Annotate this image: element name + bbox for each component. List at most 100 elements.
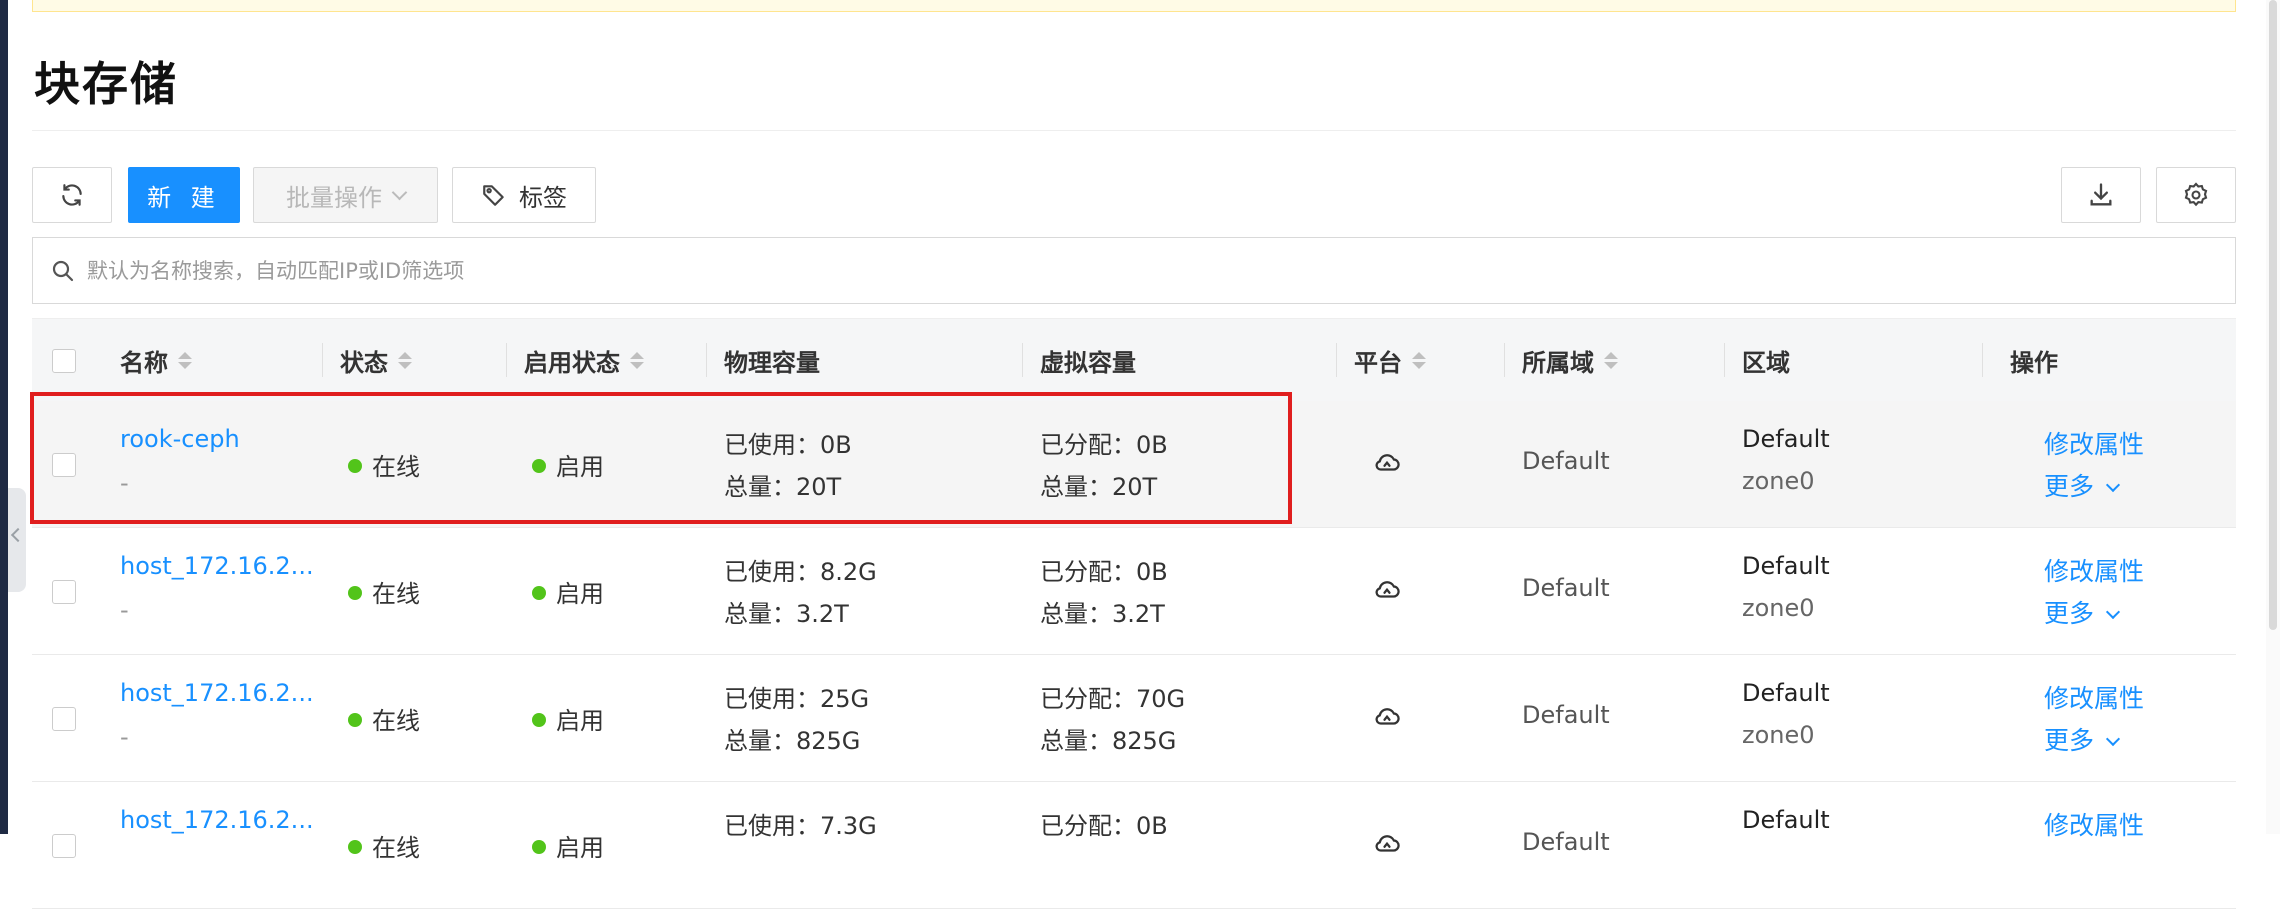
column-actions: 操作	[2010, 348, 2058, 377]
row-description: -	[120, 723, 129, 751]
row-checkbox[interactable]	[52, 453, 76, 477]
enabled-dot-icon	[532, 713, 546, 727]
more-actions-dropdown[interactable]: 更多	[2044, 467, 2121, 503]
column-domain[interactable]: 所属域	[1522, 319, 1618, 401]
notice-banner	[32, 0, 2236, 12]
tag-button[interactable]: 标签	[452, 167, 596, 223]
virtual-allocated: 已分配：70G	[1040, 685, 1186, 713]
new-button[interactable]: 新 建	[128, 167, 240, 223]
column-region: 区域	[1742, 348, 1790, 377]
column-name[interactable]: 名称	[120, 319, 192, 401]
column-divider	[1336, 343, 1337, 377]
row-zone: zone0	[1742, 721, 1815, 749]
scrollbar-thumb[interactable]	[2269, 0, 2277, 630]
column-divider	[506, 343, 507, 377]
edit-properties-link[interactable]: 修改属性	[2044, 425, 2144, 461]
row-description: -	[120, 596, 129, 624]
online-dot-icon	[348, 586, 362, 600]
cloud-platform-icon	[1372, 447, 1402, 483]
settings-button[interactable]	[2156, 167, 2236, 223]
row-region: Default	[1742, 552, 1830, 580]
column-platform[interactable]: 平台	[1354, 319, 1426, 401]
enabled-badge: 启用	[532, 447, 604, 482]
table-row[interactable]: host_172.16.2... - 在线 启用 已使用：8.2G 总量：3.2…	[32, 528, 2236, 655]
tag-icon	[483, 185, 504, 206]
cloud-platform-icon	[1372, 828, 1402, 864]
search-input[interactable]	[85, 257, 1989, 284]
virtual-total: 总量：825G	[1040, 727, 1177, 755]
column-status-label: 状态	[340, 348, 388, 377]
more-actions-dropdown[interactable]: 更多	[2044, 594, 2121, 630]
tag-label: 标签	[519, 183, 567, 212]
enabled-badge: 启用	[532, 828, 604, 863]
table-row[interactable]: rook-ceph - 在线 启用 已使用：0B 总量：20T 已分配：0B 总…	[32, 401, 2236, 528]
row-domain: Default	[1522, 701, 1610, 729]
sort-icon[interactable]	[178, 351, 192, 369]
physical-used: 已使用：25G	[724, 685, 870, 713]
physical-total: 总量：20T	[724, 473, 842, 501]
sort-icon[interactable]	[1412, 351, 1426, 369]
column-physical-capacity: 物理容量	[724, 348, 820, 377]
column-divider	[322, 343, 323, 377]
download-button[interactable]	[2061, 167, 2141, 223]
row-name-link[interactable]: host_172.16.2...	[120, 806, 314, 834]
row-domain: Default	[1522, 828, 1610, 856]
edit-properties-link[interactable]: 修改属性	[2044, 806, 2144, 842]
sidebar-collapse-toggle[interactable]	[8, 488, 26, 592]
table-header: 名称 状态 启用状态 物理容量 虚拟容量 平台 所属域 区域 操作	[32, 318, 2236, 401]
column-status[interactable]: 状态	[340, 319, 412, 401]
chevron-left-icon	[10, 527, 26, 543]
batch-operations-button[interactable]: 批量操作	[253, 167, 438, 223]
status-badge: 在线	[348, 447, 420, 482]
table-row[interactable]: host_172.16.2... - 在线 启用 已使用：25G 总量：825G…	[32, 655, 2236, 782]
status-badge: 在线	[348, 701, 420, 736]
enabled-dot-icon	[532, 840, 546, 854]
row-name-link[interactable]: host_172.16.2...	[120, 679, 314, 707]
batch-operations-label: 批量操作	[286, 183, 382, 212]
sort-icon[interactable]	[630, 351, 644, 369]
row-region: Default	[1742, 679, 1830, 707]
online-dot-icon	[348, 840, 362, 854]
edit-properties-link[interactable]: 修改属性	[2044, 679, 2144, 715]
row-checkbox[interactable]	[52, 580, 76, 604]
column-divider	[706, 343, 707, 377]
app-sidebar-edge	[0, 0, 8, 834]
more-actions-dropdown[interactable]: 更多	[2044, 721, 2121, 757]
page-title: 块存储	[34, 57, 178, 111]
search-box[interactable]	[32, 237, 2236, 304]
virtual-total: 总量：3.2T	[1040, 600, 1165, 628]
enabled-dot-icon	[532, 586, 546, 600]
row-name-link[interactable]: rook-ceph	[120, 425, 240, 453]
select-all-checkbox[interactable]	[52, 349, 76, 373]
column-name-label: 名称	[120, 348, 168, 377]
cloud-platform-icon	[1372, 574, 1402, 610]
row-description: -	[120, 469, 129, 497]
row-region: Default	[1742, 425, 1830, 453]
chevron-down-icon	[2105, 604, 2121, 620]
row-name-link[interactable]: host_172.16.2...	[120, 552, 314, 580]
column-enabled-status[interactable]: 启用状态	[524, 319, 644, 401]
physical-total: 总量：3.2T	[724, 600, 849, 628]
title-divider	[32, 130, 2236, 131]
row-checkbox[interactable]	[52, 834, 76, 858]
column-domain-label: 所属域	[1522, 348, 1594, 377]
status-badge: 在线	[348, 574, 420, 609]
column-divider	[1504, 343, 1505, 377]
column-virtual-capacity: 虚拟容量	[1040, 348, 1136, 377]
status-badge: 在线	[348, 828, 420, 863]
physical-used: 已使用：0B	[724, 431, 852, 459]
table-row[interactable]: host_172.16.2... 在线 启用 已使用：7.3G 已分配：0B D…	[32, 782, 2236, 909]
edit-properties-link[interactable]: 修改属性	[2044, 552, 2144, 588]
row-domain: Default	[1522, 447, 1610, 475]
column-divider	[1022, 343, 1023, 377]
sort-icon[interactable]	[1604, 351, 1618, 369]
storage-table: 名称 状态 启用状态 物理容量 虚拟容量 平台 所属域 区域 操作 rook-c…	[32, 318, 2236, 909]
sort-icon[interactable]	[398, 351, 412, 369]
row-checkbox[interactable]	[52, 707, 76, 731]
refresh-button[interactable]	[32, 167, 112, 223]
virtual-allocated: 已分配：0B	[1040, 558, 1168, 586]
page-scrollbar[interactable]	[2266, 0, 2280, 834]
settings-icon	[2184, 182, 2208, 207]
column-divider	[1982, 343, 1983, 377]
virtual-allocated: 已分配：0B	[1040, 812, 1168, 840]
